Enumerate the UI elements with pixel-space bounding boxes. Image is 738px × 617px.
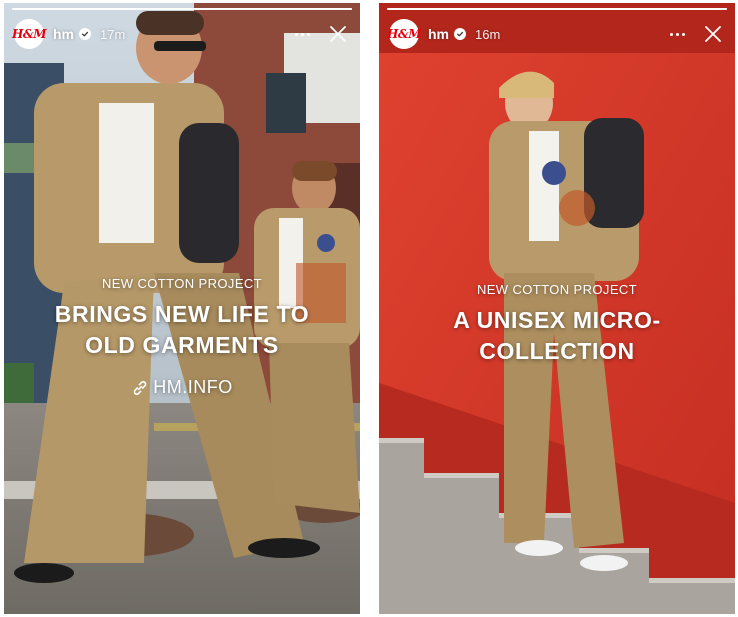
link-label: HM.INFO <box>153 377 233 397</box>
story-card-2[interactable]: H&M hm 16m NEW COTTON PROJECT A UNISEX M… <box>379 3 735 614</box>
profile-avatar[interactable]: H&M <box>387 19 421 49</box>
caption-headline: A UNISEX MICRO-COLLECTION <box>379 305 735 367</box>
story-progress-fill <box>12 8 352 10</box>
story-header: H&M hm 16m <box>387 17 725 51</box>
brand-logo: H&M <box>12 27 46 41</box>
profile-avatar[interactable]: H&M <box>12 19 46 49</box>
username[interactable]: hm <box>53 26 74 42</box>
story-caption: NEW COTTON PROJECT BRINGS NEW LIFE TO OL… <box>4 276 360 361</box>
post-time: 16m <box>475 26 501 42</box>
close-icon[interactable] <box>701 22 725 46</box>
story-header: H&M hm 17m <box>12 17 350 51</box>
caption-kicker: NEW COTTON PROJECT <box>476 282 638 297</box>
headline-text: BRINGS NEW LIFE TO OLD GARMENTS <box>54 301 310 358</box>
verified-icon <box>454 28 466 40</box>
caption-headline: BRINGS NEW LIFE TO OLD GARMENTS <box>4 299 360 361</box>
caption-kicker: NEW COTTON PROJECT <box>101 276 263 291</box>
post-time: 17m <box>100 26 126 42</box>
verified-icon <box>79 28 91 40</box>
story-progress-bar <box>387 8 727 10</box>
brand-logo: H&M <box>387 27 421 41</box>
story-caption: NEW COTTON PROJECT A UNISEX MICRO-COLLEC… <box>379 282 735 367</box>
link-icon <box>133 380 147 395</box>
story-progress-fill <box>387 8 727 10</box>
story-progress-bar <box>12 8 352 10</box>
headline-text: A UNISEX MICRO-COLLECTION <box>453 307 661 364</box>
link-sticker[interactable]: HM.INFO <box>4 377 360 398</box>
more-icon[interactable] <box>290 22 314 46</box>
username[interactable]: hm <box>428 26 449 42</box>
story-card-1[interactable]: H&M hm 17m NEW COTTON PROJECT BRINGS NEW… <box>4 3 360 614</box>
more-icon[interactable] <box>665 22 689 46</box>
stories-viewer: H&M hm 17m NEW COTTON PROJECT BRINGS NEW… <box>0 0 738 617</box>
close-icon[interactable] <box>326 22 350 46</box>
